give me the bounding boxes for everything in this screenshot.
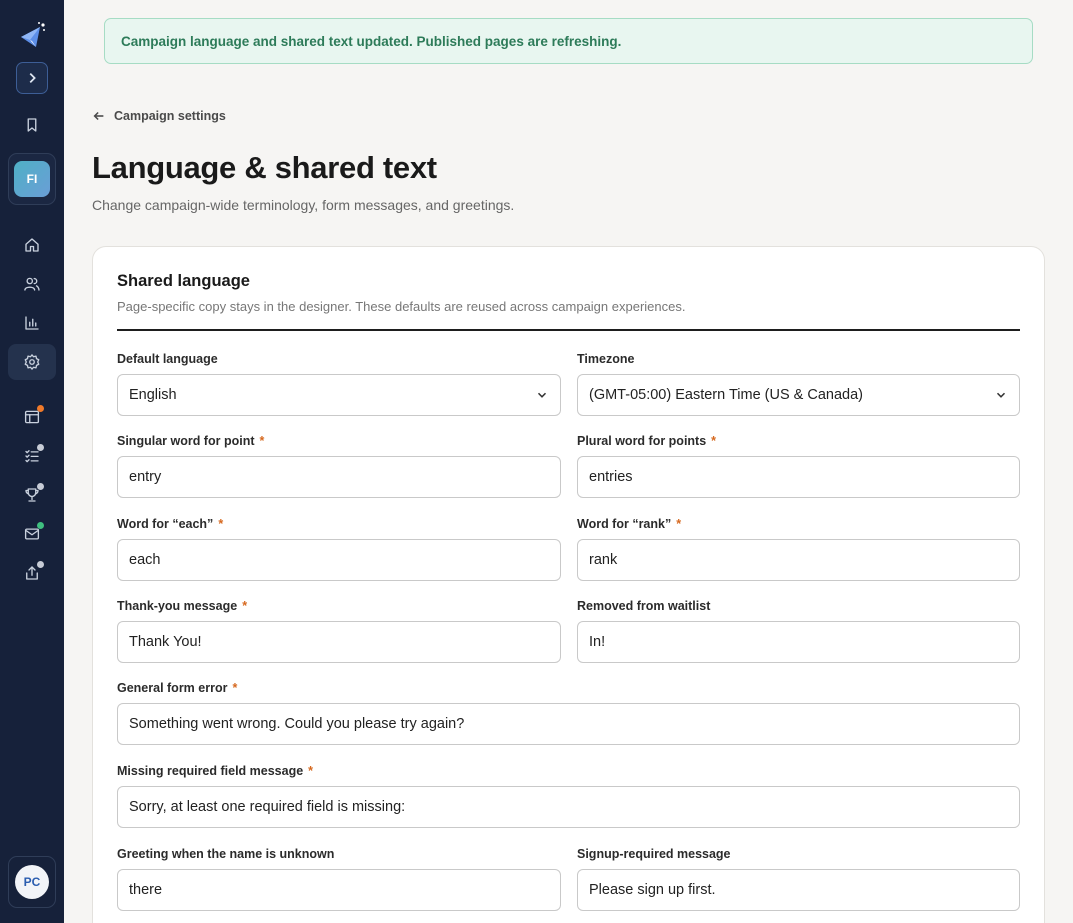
greeting-unknown-field: Greeting when the name is unknown there <box>117 845 561 911</box>
removed-waitlist-input[interactable]: In! <box>577 621 1020 663</box>
field-label: Greeting when the name is unknown <box>117 847 335 861</box>
sidebar: FI PC <box>0 0 64 923</box>
general-error-field: General form error * Something went wrong… <box>117 679 1020 745</box>
timezone-field: Timezone (GMT-05:00) Eastern Time (US & … <box>577 350 1020 416</box>
field-label: Thank-you message * <box>117 599 248 613</box>
bookmark-button[interactable] <box>8 107 56 143</box>
removed-waitlist-field: Removed from waitlist In! <box>577 597 1020 663</box>
field-label: Word for “rank” * <box>577 517 682 531</box>
shared-language-card: Shared language Page-specific copy stays… <box>92 246 1045 923</box>
field-label: Default language <box>117 352 218 366</box>
settings-icon <box>24 354 40 370</box>
greeting-unknown-input[interactable]: there <box>117 869 561 911</box>
divider <box>117 329 1020 331</box>
signup-required-input[interactable]: Please sign up first. <box>577 869 1020 911</box>
status-dot <box>37 444 44 451</box>
users-icon <box>24 277 40 291</box>
singular-point-input[interactable]: entry <box>117 456 561 498</box>
avatar: PC <box>15 865 49 899</box>
chevron-right-icon <box>29 73 36 83</box>
back-link[interactable]: Campaign settings <box>92 109 226 123</box>
nav-pages[interactable] <box>8 399 56 435</box>
nav-home[interactable] <box>8 227 56 263</box>
field-label: Missing required field message * <box>117 764 314 778</box>
nav-export[interactable] <box>8 555 56 591</box>
status-dot <box>37 483 44 490</box>
required-marker: * <box>676 517 682 531</box>
nav-people[interactable] <box>8 266 56 302</box>
field-label: Removed from waitlist <box>577 599 711 613</box>
field-label: Signup-required message <box>577 847 731 861</box>
home-icon <box>25 238 39 252</box>
nav-rewards[interactable] <box>8 477 56 513</box>
status-dot <box>37 522 44 529</box>
workspace-avatar: FI <box>14 161 50 197</box>
chevron-down-icon <box>996 392 1006 398</box>
chart-icon <box>25 316 39 330</box>
thank-you-field: Thank-you message * Thank You! <box>117 597 561 663</box>
required-marker: * <box>242 599 248 613</box>
select-value: English <box>129 387 177 403</box>
select-value: (GMT-05:00) Eastern Time (US & Canada) <box>589 387 863 403</box>
plural-points-input[interactable]: entries <box>577 456 1020 498</box>
success-banner: Campaign language and shared text update… <box>104 18 1033 64</box>
nav-tasks[interactable] <box>8 438 56 474</box>
arrow-left-icon <box>93 111 104 121</box>
word-each-input[interactable]: each <box>117 539 561 581</box>
word-rank-field: Word for “rank” * rank <box>577 515 1020 581</box>
plural-points-field: Plural word for points * entries <box>577 432 1020 498</box>
chevron-down-icon <box>537 392 547 398</box>
required-marker: * <box>711 434 717 448</box>
general-error-input[interactable]: Something went wrong. Could you please t… <box>117 703 1020 745</box>
required-marker: * <box>218 517 224 531</box>
timezone-select[interactable]: (GMT-05:00) Eastern Time (US & Canada) <box>577 374 1020 416</box>
word-rank-input[interactable]: rank <box>577 539 1020 581</box>
status-dot <box>37 405 44 412</box>
bookmark-icon <box>27 118 37 132</box>
nav-analytics[interactable] <box>8 305 56 341</box>
thank-you-input[interactable]: Thank You! <box>117 621 561 663</box>
field-label: Word for “each” * <box>117 517 224 531</box>
nav-settings[interactable] <box>8 344 56 380</box>
singular-point-field: Singular word for point * entry <box>117 432 561 498</box>
required-marker: * <box>259 434 265 448</box>
back-link-label: Campaign settings <box>114 109 226 123</box>
field-label: General form error * <box>117 681 238 695</box>
status-dot <box>37 561 44 568</box>
field-label: Timezone <box>577 352 635 366</box>
banner-text: Campaign language and shared text update… <box>121 33 622 49</box>
field-label: Singular word for point * <box>117 434 265 448</box>
required-marker: * <box>308 764 314 778</box>
signup-required-field: Signup-required message Please sign up f… <box>577 845 1020 911</box>
expand-sidebar-button[interactable] <box>16 62 48 94</box>
page-title: Language & shared text <box>92 150 437 185</box>
missing-required-input[interactable]: Sorry, at least one required field is mi… <box>117 786 1020 828</box>
missing-required-field: Missing required field message * Sorry, a… <box>117 762 1020 828</box>
section-title: Shared language <box>117 272 250 290</box>
logo-icon[interactable] <box>16 20 48 52</box>
section-subtitle: Page-specific copy stays in the designer… <box>117 299 686 314</box>
nav-email[interactable] <box>8 516 56 552</box>
workspace-switcher[interactable]: FI <box>8 153 56 205</box>
page-subtitle: Change campaign-wide terminology, form m… <box>92 197 515 213</box>
user-menu[interactable]: PC <box>8 856 56 908</box>
default-language-select[interactable]: English <box>117 374 561 416</box>
field-label: Plural word for points * <box>577 434 717 448</box>
default-language-field: Default language English <box>117 350 561 416</box>
word-each-field: Word for “each” * each <box>117 515 561 581</box>
required-marker: * <box>232 681 238 695</box>
